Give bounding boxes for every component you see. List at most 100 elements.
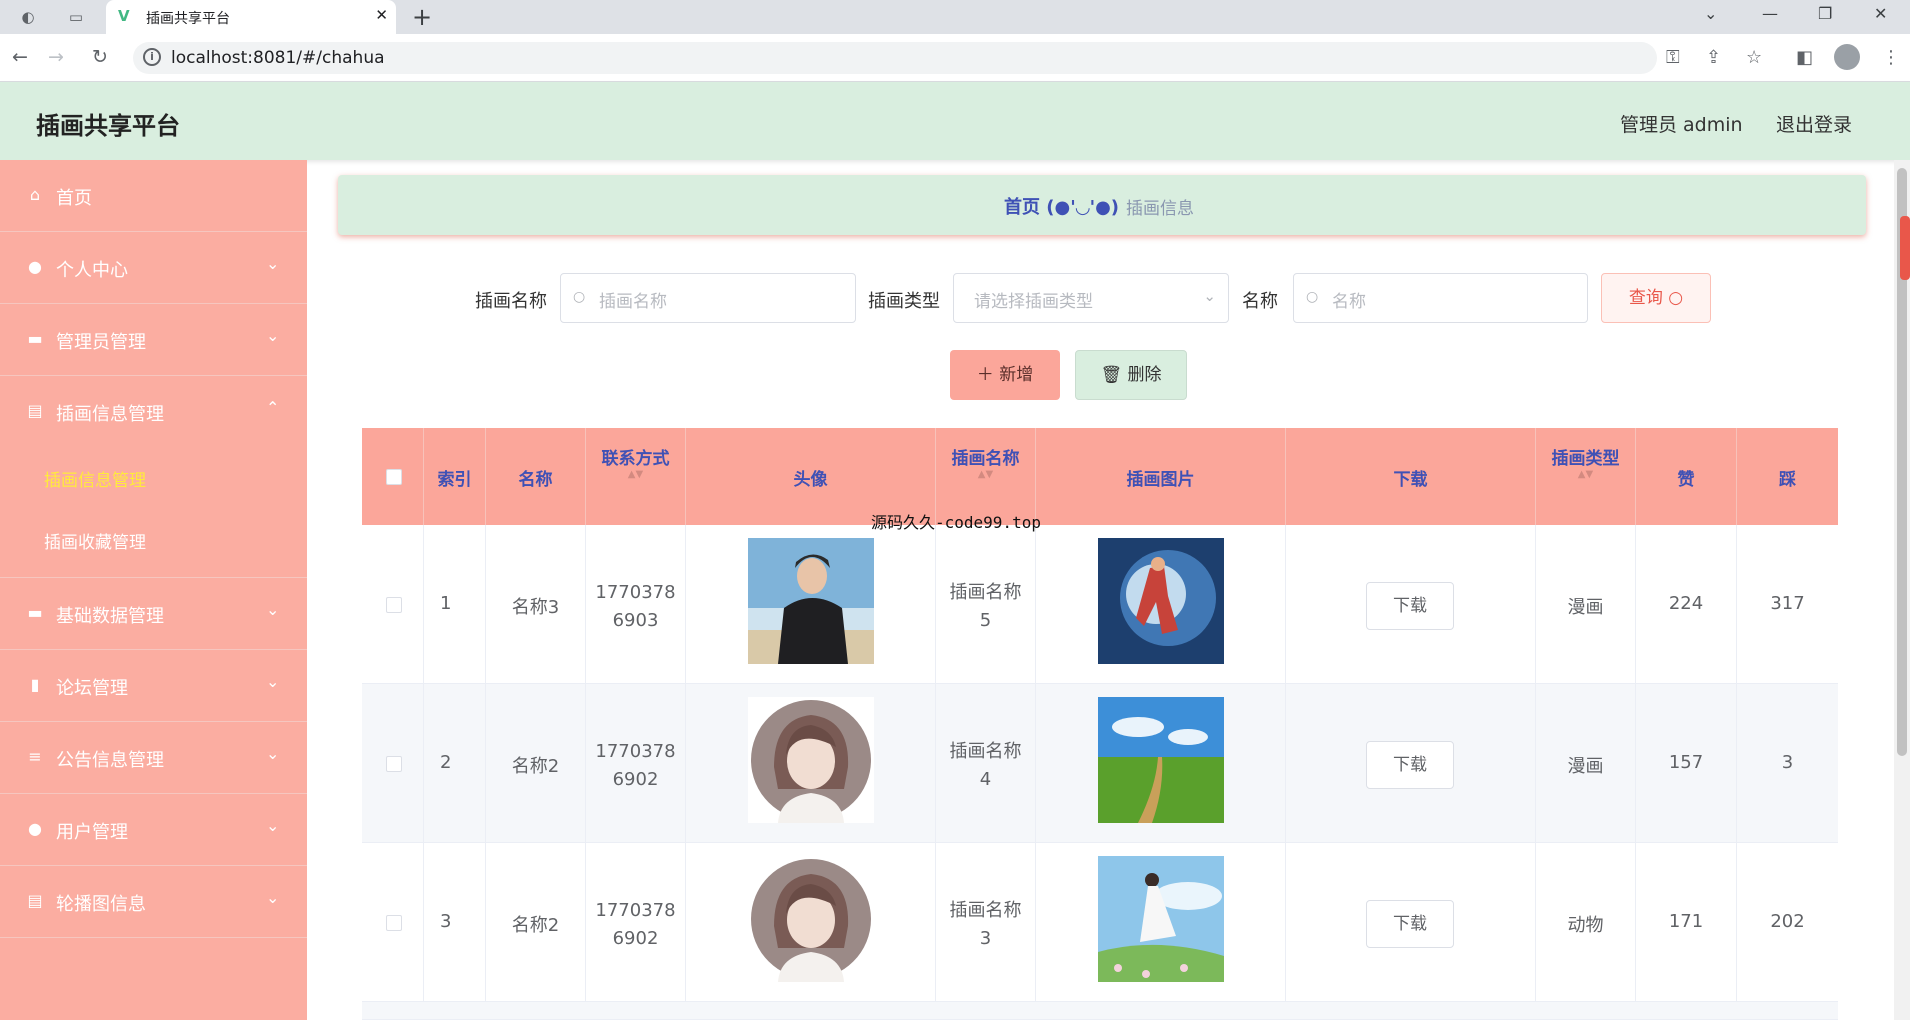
sidebar-subitem-label: 插画收藏管理 bbox=[44, 533, 146, 553]
sort-icon[interactable]: ▲▼ bbox=[936, 469, 1035, 480]
breadcrumb-current: 插画信息 bbox=[1126, 199, 1194, 219]
download-button[interactable]: 下载 bbox=[1366, 582, 1454, 630]
avatar[interactable] bbox=[748, 697, 874, 823]
filter-title-input[interactable]: ○ 名称 bbox=[1293, 273, 1588, 323]
cell-index: 2 bbox=[424, 684, 486, 843]
download-button[interactable]: 下载 bbox=[1366, 741, 1454, 789]
column-header-illustration-image[interactable]: 插画图片 bbox=[1036, 428, 1286, 525]
cell-dislikes: 3 bbox=[1781, 752, 1794, 773]
filter-type-select[interactable]: 请选择插画类型 ⌄ bbox=[953, 273, 1229, 323]
cell-index: 3 bbox=[424, 843, 486, 1002]
profile-avatar-icon[interactable] bbox=[1834, 44, 1860, 70]
sort-icon[interactable]: ▲▼ bbox=[1536, 469, 1635, 480]
sidebar-menu: ⌂ 首页 ● 个人中心 ⌄ ▬ 管理员管理 ⌄ ▤ 插画信息管理 ⌃ 插画信息管… bbox=[0, 160, 307, 1020]
table-header: 索引 名称 联系方式 ▲▼ 头像 插画名称 ▲▼ 插画图片 下载 插画类型 ▲▼ 赞 … bbox=[362, 428, 1838, 525]
bookmark-star-icon[interactable]: ☆ bbox=[1746, 47, 1762, 68]
filter-name-input[interactable]: ○ 插画名称 bbox=[560, 273, 856, 323]
delete-button[interactable]: 🗑 删除 bbox=[1075, 350, 1187, 400]
new-tab-icon[interactable]: + bbox=[412, 3, 432, 31]
cell-likes: 157 bbox=[1636, 684, 1737, 843]
column-header-contact[interactable]: 联系方式 ▲▼ bbox=[586, 428, 686, 525]
select-all-checkbox[interactable] bbox=[386, 469, 402, 485]
search-icon: ○ bbox=[1306, 289, 1319, 305]
row-select-cell bbox=[362, 684, 424, 843]
browser-menu-icon[interactable]: ◐ bbox=[18, 7, 38, 27]
sidebar-item-forum[interactable]: ▮ 论坛管理 ⌄ bbox=[0, 650, 307, 722]
breadcrumb-home[interactable]: 首页 (●'◡'●) bbox=[1004, 193, 1119, 219]
cell-avatar bbox=[686, 843, 936, 1002]
url-field[interactable]: i localhost:8081/#/chahua bbox=[133, 42, 1657, 74]
avatar[interactable] bbox=[748, 856, 874, 982]
column-header-illustration-type[interactable]: 插画类型 ▲▼ bbox=[1536, 428, 1636, 525]
chevron-down-icon: ⌄ bbox=[266, 600, 280, 619]
sidebar-item-profile[interactable]: ● 个人中心 ⌄ bbox=[0, 232, 307, 304]
illustration-thumbnail[interactable] bbox=[1098, 538, 1224, 664]
bar-chart-icon: ▮ bbox=[30, 675, 40, 694]
sidebar-item-label: 论坛管理 bbox=[56, 678, 128, 699]
add-button[interactable]: ＋ 新增 bbox=[950, 350, 1060, 400]
sidebar-item-label: 管理员管理 bbox=[56, 332, 146, 353]
close-window-icon[interactable]: ✕ bbox=[1874, 4, 1887, 23]
sidebar-item-users[interactable]: ● 用户管理 ⌄ bbox=[0, 794, 307, 866]
cell-illustration-name: 插画名称 4 bbox=[936, 684, 1036, 843]
sidebar-item-base-data[interactable]: ▬ 基础数据管理 ⌄ bbox=[0, 578, 307, 650]
sidebar-subitem-illustration-favorites[interactable]: 插画收藏管理 bbox=[0, 508, 307, 578]
column-header-download[interactable]: 下载 bbox=[1286, 428, 1536, 525]
browser-more-icon[interactable]: ⋮ bbox=[1882, 47, 1900, 68]
forward-icon[interactable]: → bbox=[48, 46, 64, 68]
list-icon: ≡ bbox=[28, 747, 42, 766]
column-header-index[interactable]: 索引 bbox=[424, 428, 486, 525]
cell-likes: 224 bbox=[1636, 525, 1737, 684]
column-header-name[interactable]: 名称 bbox=[486, 428, 586, 525]
table-row: 2 名称2 1770378 6902 插画名称 4 下载 漫画 157 3 bbox=[362, 684, 1838, 843]
sidebar-item-home[interactable]: ⌂ 首页 bbox=[0, 160, 307, 232]
query-button[interactable]: 查询 ○ bbox=[1601, 273, 1711, 323]
minimize-icon[interactable]: — bbox=[1762, 4, 1778, 23]
illustration-thumbnail[interactable] bbox=[1098, 697, 1224, 823]
sidebar-subitem-label: 插画信息管理 bbox=[44, 471, 146, 491]
reload-icon[interactable]: ↻ bbox=[92, 46, 108, 68]
chevron-down-icon: ⌄ bbox=[266, 816, 280, 835]
browser-tab-active[interactable]: V 插画共享平台 ✕ bbox=[106, 0, 396, 34]
cell-name: 名称2 bbox=[486, 843, 586, 1002]
user-icon: ● bbox=[28, 819, 42, 838]
vue-favicon-icon: V bbox=[118, 7, 130, 25]
row-checkbox[interactable] bbox=[386, 915, 402, 931]
row-checkbox[interactable] bbox=[386, 597, 402, 613]
table-row-partial bbox=[362, 1002, 1838, 1020]
cell-contact: 1770378 6903 bbox=[586, 525, 686, 684]
column-header-likes[interactable]: 赞 bbox=[1636, 428, 1737, 525]
row-checkbox[interactable] bbox=[386, 756, 402, 772]
sidebar-item-label: 公告信息管理 bbox=[56, 750, 164, 771]
site-info-icon[interactable]: i bbox=[143, 48, 161, 66]
download-button[interactable]: 下载 bbox=[1366, 900, 1454, 948]
chevron-down-icon: ⌄ bbox=[266, 744, 280, 763]
key-icon[interactable]: ⚿ bbox=[1666, 47, 1680, 68]
cell-illustration-image bbox=[1036, 843, 1286, 1002]
cell-illustration-name: 插画名称 3 bbox=[936, 843, 1036, 1002]
filter-title-label: 名称 bbox=[1242, 291, 1278, 312]
sidebar-subitem-illustration-manage[interactable]: 插画信息管理 bbox=[0, 446, 307, 508]
column-header-dislikes[interactable]: 踩 bbox=[1737, 428, 1838, 525]
sidebar-item-carousel[interactable]: ▤ 轮播图信息 ⌄ bbox=[0, 866, 307, 938]
sidebar-item-illustration-info[interactable]: ▤ 插画信息管理 ⌃ bbox=[0, 376, 307, 448]
header-select-all-cell bbox=[362, 428, 424, 525]
sort-icon[interactable]: ▲▼ bbox=[586, 469, 685, 480]
cell-name: 名称2 bbox=[486, 684, 586, 843]
share-icon[interactable]: ⇪ bbox=[1706, 47, 1721, 68]
page-scrollbar[interactable] bbox=[1894, 160, 1910, 1020]
illustration-thumbnail[interactable] bbox=[1098, 856, 1224, 982]
close-tab-icon[interactable]: ✕ bbox=[375, 6, 388, 24]
sidebar-item-notices[interactable]: ≡ 公告信息管理 ⌄ bbox=[0, 722, 307, 794]
maximize-icon[interactable]: ❐ bbox=[1818, 4, 1832, 23]
tab-search-chevron-icon[interactable]: ⌄ bbox=[1704, 4, 1717, 23]
search-icon: ○ bbox=[1668, 288, 1684, 308]
tab-group-icon[interactable]: ▭ bbox=[66, 7, 86, 27]
sidebar-item-admins[interactable]: ▬ 管理员管理 ⌄ bbox=[0, 304, 307, 376]
avatar[interactable] bbox=[748, 538, 874, 664]
side-panel-icon[interactable]: ◧ bbox=[1796, 47, 1813, 68]
row-select-cell bbox=[362, 525, 424, 684]
logout-link[interactable]: 退出登录 bbox=[1776, 110, 1852, 137]
url-text: localhost:8081/#/chahua bbox=[171, 48, 385, 68]
back-icon[interactable]: ← bbox=[12, 46, 28, 68]
